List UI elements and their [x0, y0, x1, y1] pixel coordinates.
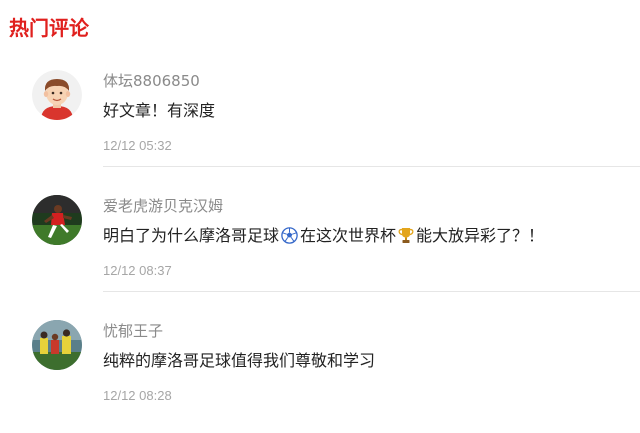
- comment-text-part: 明白了为什么摩洛哥足球: [103, 226, 280, 245]
- cartoon-boy-avatar-icon[interactable]: [32, 70, 82, 120]
- comment-username[interactable]: 忧郁王子: [103, 321, 163, 341]
- comment-text-part: 在这次世界杯: [300, 226, 397, 245]
- stadium-players-photo-avatar-icon[interactable]: [32, 320, 82, 370]
- comment-text-part: 能大放异彩了？！: [416, 226, 545, 245]
- soccer-ball-icon: [281, 227, 298, 250]
- trophy-icon: [398, 227, 414, 250]
- comment-timestamp: 12/12 08:37: [103, 263, 172, 278]
- section-title: 热门评论: [9, 16, 89, 40]
- comment-text: 纯粹的摩洛哥足球值得我们尊敬和学习: [103, 351, 376, 370]
- divider: [103, 291, 640, 292]
- comment-item: 忧郁王子 纯粹的摩洛哥足球值得我们尊敬和学习 12/12 08:28: [0, 308, 640, 433]
- comment-item: 爱老虎游贝克汉姆 明白了为什么摩洛哥足球 在这次世界杯 能大放异彩了？！ 12/12…: [0, 183, 640, 308]
- comment-timestamp: 12/12 08:28: [103, 388, 172, 403]
- comment-timestamp: 12/12 05:32: [103, 138, 172, 153]
- divider: [103, 166, 640, 167]
- comment-item: 体坛8806850 好文章！有深度 12/12 05:32: [0, 58, 640, 183]
- comment-username[interactable]: 体坛8806850: [103, 71, 200, 91]
- comment-text: 好文章！有深度: [103, 101, 216, 120]
- soccer-player-photo-avatar-icon[interactable]: [32, 195, 82, 245]
- comment-text: 明白了为什么摩洛哥足球 在这次世界杯 能大放异彩了？！: [103, 225, 544, 250]
- comment-username[interactable]: 爱老虎游贝克汉姆: [103, 196, 223, 216]
